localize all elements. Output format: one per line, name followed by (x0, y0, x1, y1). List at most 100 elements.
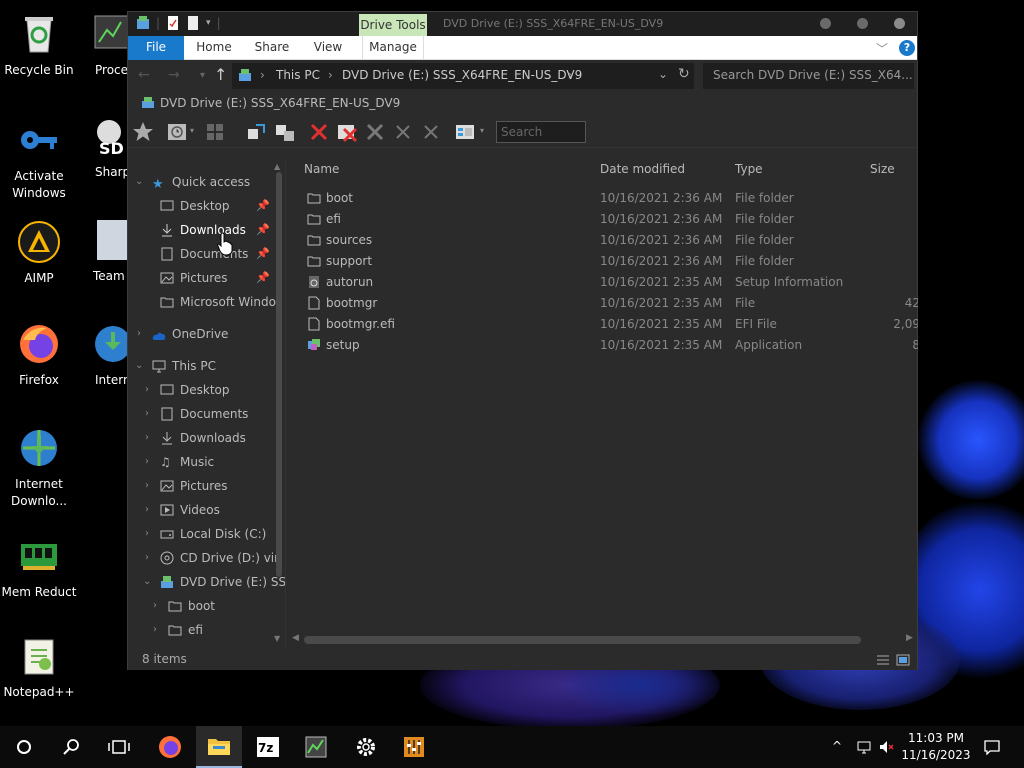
desktop-icon-internet-download[interactable]: Intern Downl (91, 322, 131, 389)
scroll-right-icon[interactable]: ▶ (906, 633, 913, 643)
expand-ribbon-chevron-icon[interactable]: ﹀ (876, 40, 888, 57)
desktop-icon-internet-download-manager[interactable]: Internet Downlo... (1, 426, 77, 510)
pane-divider[interactable] (285, 158, 286, 650)
back-arrow-icon[interactable]: ← (138, 67, 150, 83)
chevron-right-icon[interactable]: › (145, 475, 149, 497)
search-button[interactable] (48, 726, 94, 768)
task-view-button[interactable] (96, 726, 142, 768)
favorites-star-icon[interactable] (132, 121, 154, 143)
address-bar[interactable]: › This PC › DVD Drive (E:) SSS_X64FRE_EN… (232, 63, 694, 89)
show-hidden-icons-chevron-icon[interactable]: ^ (832, 739, 848, 755)
drive-icon[interactable] (136, 15, 150, 31)
taskbar-firefox[interactable] (147, 726, 193, 768)
taskbar-settings[interactable] (343, 726, 389, 768)
chevron-right-icon[interactable]: › (145, 427, 149, 449)
breadcrumb-separator-icon[interactable]: › (328, 68, 333, 82)
chevron-right-icon[interactable]: › (153, 595, 157, 617)
chevron-down-icon[interactable]: ⌄ (143, 571, 151, 593)
large-icons-view-icon[interactable] (896, 654, 910, 666)
tab-share[interactable]: Share (250, 36, 294, 60)
desktop-icon-firefox[interactable]: Firefox (1, 322, 77, 389)
desktop-icon-aimp[interactable]: AIMP (1, 220, 77, 287)
explorer-tab[interactable]: DVD Drive (E:) SSS_X64FRE_EN-US_DV9 (132, 92, 400, 116)
desktop-icon-team[interactable]: Team (91, 218, 131, 285)
pin-icon[interactable]: 📌 (256, 267, 270, 289)
clock[interactable]: 11:03 PM 11/16/2023 (898, 730, 974, 764)
history-dropdown-icon[interactable]: ▾ (190, 126, 194, 135)
volume-muted-icon[interactable] (878, 739, 894, 755)
drive-tools-contextual-tab[interactable]: Drive Tools (359, 14, 427, 36)
properties-icon[interactable] (166, 15, 180, 31)
refresh-icon[interactable]: ↻ (678, 66, 690, 82)
view-layout-icon[interactable] (454, 121, 476, 143)
remove-icon[interactable] (420, 121, 442, 143)
desktop-icon-recycle-bin[interactable]: Recycle Bin (1, 12, 77, 79)
chevron-down-icon[interactable]: ⌄ (135, 355, 143, 377)
taskbar-mixer[interactable] (391, 726, 437, 768)
nav-scroll-up-icon[interactable]: ▲ (274, 162, 280, 171)
horizontal-scrollbar[interactable] (304, 636, 861, 644)
file-row[interactable]: bootmgr.efi 10/16/2021 2:35 AM EFI File … (290, 314, 918, 335)
nav-scroll-down-icon[interactable]: ▼ (274, 634, 280, 643)
windows-logo-icon[interactable] (204, 121, 226, 143)
copy-to-icon[interactable] (246, 121, 268, 143)
chevron-right-icon[interactable]: › (145, 547, 149, 569)
taskbar-7zip[interactable]: 7z (245, 726, 291, 768)
maximize-button[interactable] (857, 18, 868, 29)
pin-icon[interactable]: 📌 (256, 219, 270, 241)
desktop-icon-process-hacker[interactable]: Proce Hacke (91, 12, 131, 79)
clear-icon[interactable] (364, 121, 386, 143)
pin-icon[interactable]: 📌 (256, 243, 270, 265)
desktop-icon-sharpdevelop[interactable]: SD SharpDe 4.4 (91, 114, 131, 181)
nav-pane-scrollbar[interactable] (276, 172, 282, 577)
toolbar-search-input[interactable]: Search (496, 121, 586, 143)
history-clock-icon[interactable] (166, 121, 188, 143)
chevron-right-icon[interactable]: › (145, 523, 149, 545)
chevron-down-icon[interactable]: ⌄ (135, 171, 143, 193)
tab-home[interactable]: Home (190, 36, 238, 60)
up-arrow-icon[interactable]: ↑ (214, 65, 227, 84)
cut-icon[interactable] (392, 121, 414, 143)
move-to-icon[interactable] (274, 121, 296, 143)
tab-view[interactable]: View (306, 36, 350, 60)
customize-qat-icon[interactable]: ▾ (206, 18, 211, 28)
network-icon[interactable] (856, 739, 872, 755)
taskbar-process-hacker[interactable] (293, 726, 339, 768)
close-button[interactable] (894, 18, 905, 29)
chevron-right-icon[interactable]: › (153, 619, 157, 641)
pin-icon[interactable]: 📌 (256, 195, 270, 217)
chevron-right-icon[interactable]: › (145, 451, 149, 473)
scroll-left-icon[interactable]: ◀ (292, 633, 299, 643)
breadcrumb-separator-icon[interactable]: › (568, 68, 573, 82)
column-header-name[interactable]: Name (304, 162, 339, 176)
new-folder-icon[interactable] (186, 15, 200, 31)
file-row[interactable]: autorun 10/16/2021 2:35 AM Setup Informa… (290, 272, 918, 293)
file-row[interactable]: boot 10/16/2021 2:36 AM File folder (290, 188, 918, 209)
file-row[interactable]: support 10/16/2021 2:36 AM File folder (290, 251, 918, 272)
desktop-icon-activate-windows[interactable]: Activate Windows (1, 118, 77, 202)
breadcrumb-dvd-drive[interactable]: DVD Drive (E:) SSS_X64FRE_EN-US_DV9 (342, 68, 582, 82)
chevron-right-icon[interactable]: › (145, 379, 149, 401)
notification-center-icon[interactable] (984, 739, 1000, 755)
column-header-size[interactable]: Size (870, 162, 895, 176)
chevron-right-icon[interactable]: › (145, 499, 149, 521)
taskbar-file-explorer[interactable] (196, 726, 242, 768)
tab-file[interactable]: File (128, 36, 184, 60)
delete-icon[interactable] (308, 121, 330, 143)
file-row[interactable]: setup 10/16/2021 2:35 AM Application 8 (290, 335, 918, 356)
chevron-right-icon[interactable]: › (137, 323, 141, 345)
file-row[interactable]: efi 10/16/2021 2:36 AM File folder (290, 209, 918, 230)
file-row[interactable]: bootmgr 10/16/2021 2:35 AM File 42 (290, 293, 918, 314)
desktop-icon-mem-reduct[interactable]: Mem Reduct (1, 534, 77, 601)
column-header-date-modified[interactable]: Date modified (600, 162, 685, 176)
delete-permanently-icon[interactable] (336, 121, 358, 143)
recent-locations-chevron-icon[interactable]: ▾ (200, 70, 205, 81)
desktop-icon-notepad-plus-plus[interactable]: Notepad++ (1, 634, 77, 701)
breadcrumb-this-pc[interactable]: This PC (276, 68, 320, 82)
search-input[interactable]: Search DVD Drive (E:) SSS_X64... (703, 63, 914, 89)
help-icon[interactable]: ? (899, 40, 915, 56)
title-bar[interactable]: | ▾ | Drive Tools DVD Drive (E:) SSS_X64… (128, 12, 917, 36)
forward-arrow-icon[interactable]: → (168, 67, 180, 83)
details-view-icon[interactable] (876, 654, 890, 666)
start-button[interactable] (1, 726, 47, 768)
